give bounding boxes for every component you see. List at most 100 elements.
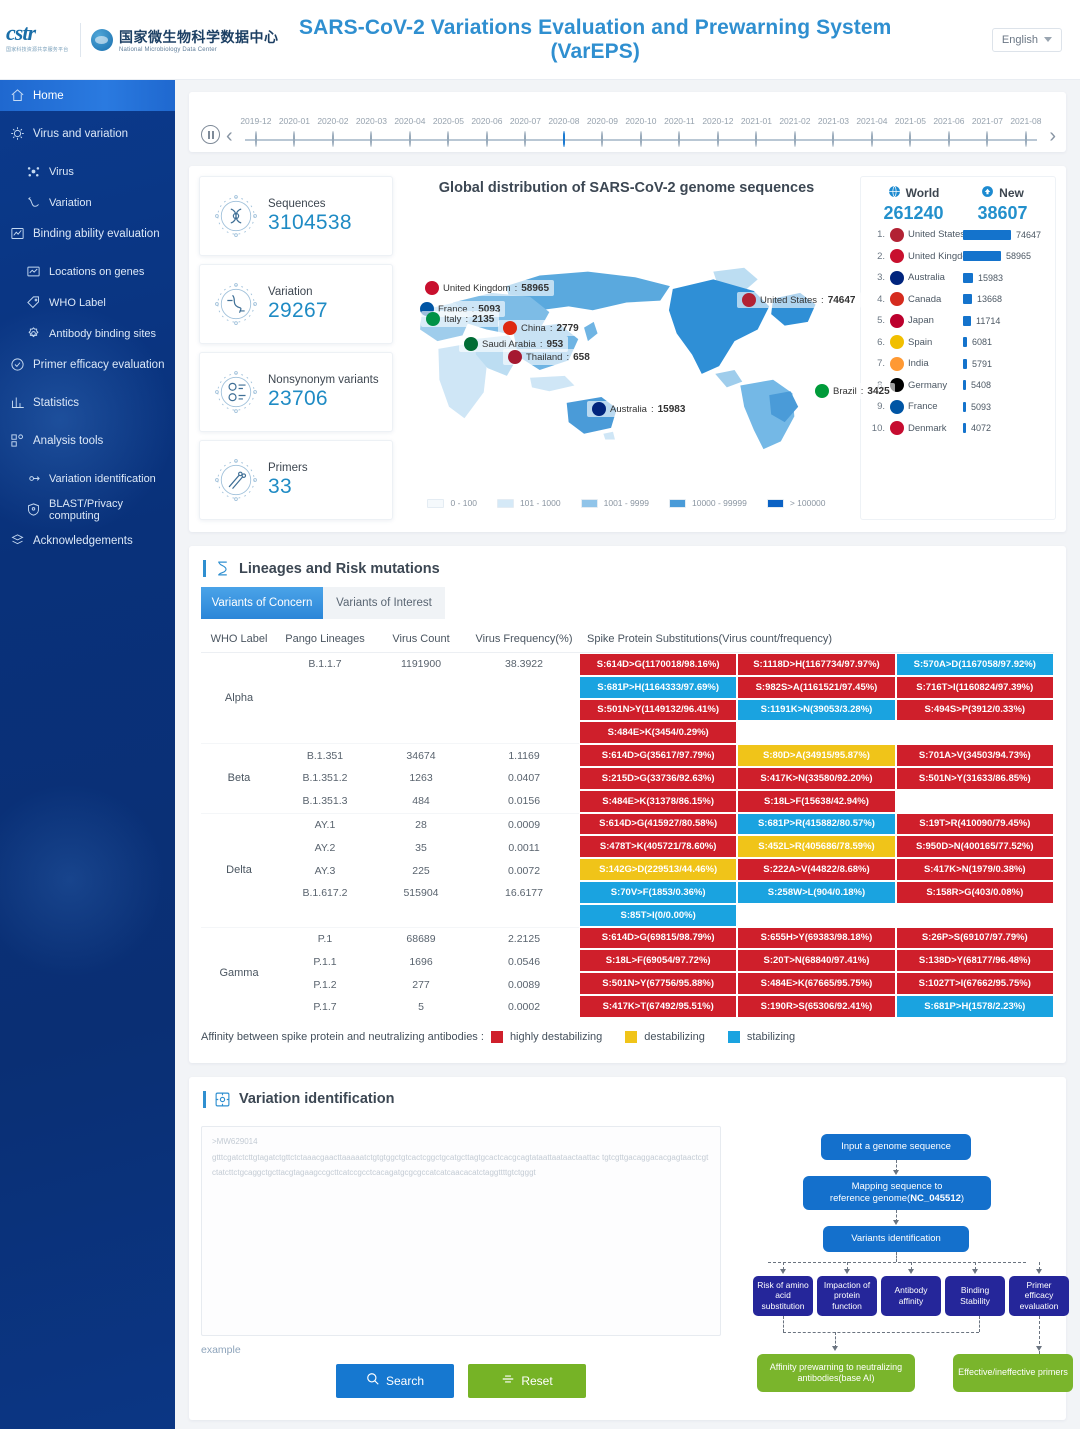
timeline-point[interactable]: 2021-03 [814, 116, 853, 147]
mutation-chip[interactable]: S:484E>K(67665/95.75%) [737, 972, 896, 995]
sidebar-item-locations-on-genes[interactable]: Locations on genes [0, 256, 175, 287]
map-country-tag[interactable]: United Kingdom:58965 [420, 280, 555, 296]
stat-card-variation[interactable]: Variation 29267 [199, 264, 393, 344]
mutation-chip[interactable]: S:681P>R(415882/80.57%) [737, 812, 896, 836]
mutation-chip[interactable]: S:222A>V(44822/8.68%) [737, 858, 896, 881]
map-country-tag[interactable]: Australia:15983 [587, 401, 691, 417]
table-row[interactable]: AY.3 225 0.0072 [277, 859, 579, 882]
sidebar-item-analysis-tools[interactable]: Analysis tools [0, 425, 175, 456]
ranking-row[interactable]: 7. India 5791 [869, 353, 1047, 375]
mutation-chip[interactable]: S:190R>S(65306/92.41%) [737, 994, 896, 1018]
table-row[interactable]: AY.1 28 0.0009 [277, 814, 579, 837]
stat-card-primers[interactable]: Primers 33 [199, 440, 393, 520]
mutation-chip[interactable]: S:417K>T(67492/95.51%) [579, 994, 738, 1018]
sidebar-item-who-label[interactable]: WHO Label [0, 287, 175, 318]
flow-output-box[interactable]: Affinity prewarning to neutralizing anti… [757, 1353, 915, 1392]
mutation-chip[interactable]: S:716T>I(1160824/97.39%) [895, 675, 1054, 699]
sidebar-item-primer-efficacy-evaluation[interactable]: Primer efficacy evaluation [0, 349, 175, 380]
ranking-row[interactable]: 2. United Kingdom 58965 [869, 246, 1047, 268]
timeline-point[interactable]: 2020-04 [391, 116, 430, 147]
timeline-point[interactable]: 2021-01 [737, 116, 776, 147]
sidebar-item-variation-identification[interactable]: Variation identification [0, 463, 175, 494]
mutation-chip[interactable]: S:417K>N(33580/92.20%) [737, 766, 896, 790]
sidebar-item-binding-ability-evaluation[interactable]: Binding ability evaluation [0, 218, 175, 249]
timeline-point[interactable]: 2021-07 [968, 116, 1007, 147]
mutation-chip[interactable]: S:655H>Y(69383/98.18%) [737, 926, 896, 950]
timeline-point[interactable]: 2021-04 [853, 116, 892, 147]
flow-branch-box[interactable]: Impaction of protein function [817, 1275, 877, 1316]
mutation-chip[interactable]: S:138D>Y(68177/96.48%) [895, 949, 1054, 973]
timeline-point[interactable]: 2021-05 [891, 116, 930, 147]
mutation-chip[interactable]: S:681P>H(1578/2.23%) [895, 994, 1054, 1018]
mutation-chip[interactable]: S:501N>Y(67756/95.88%) [579, 972, 738, 995]
ranking-row[interactable]: 1. United States 74647 [869, 224, 1047, 246]
mutation-chip[interactable]: S:70V>F(1853/0.36%) [579, 880, 738, 904]
timeline-point[interactable]: 2021-08 [1007, 116, 1046, 147]
tab-variants-of-interest[interactable]: Variants of Interest [323, 587, 445, 619]
timeline-point[interactable]: 2020-06 [468, 116, 507, 147]
table-row[interactable]: B.1.617.2 515904 16.6177 [277, 882, 579, 905]
mutation-chip[interactable]: S:614D>G(415927/80.58%) [579, 812, 738, 836]
mutation-chip[interactable]: S:484E>K(3454/0.29%) [579, 721, 738, 745]
sidebar-item-acknowledgements[interactable]: Acknowledgements [0, 525, 175, 556]
flow-output-box[interactable]: Effective/ineffective primers [953, 1353, 1073, 1392]
mutation-chip[interactable]: S:614D>G(35617/97.79%) [579, 744, 738, 767]
mutation-chip[interactable]: S:1118D>H(1167734/97.97%) [737, 653, 896, 676]
timeline-point[interactable]: 2019-12 [237, 116, 276, 147]
ranking-row[interactable]: 3. Australia 15983 [869, 267, 1047, 289]
ranking-row[interactable]: 9. France 5093 [869, 396, 1047, 418]
timeline-next-button[interactable]: › [1049, 126, 1056, 146]
mutation-chip[interactable]: S:701A>V(34503/94.73%) [895, 744, 1054, 767]
timeline-point[interactable]: 2020-10 [622, 116, 661, 147]
mutation-chip[interactable]: S:80D>A(34915/95.87%) [737, 744, 896, 767]
mutation-chip[interactable]: S:614D>G(69815/98.79%) [579, 926, 738, 950]
mutation-chip[interactable]: S:215D>G(33736/92.63%) [579, 766, 738, 790]
language-selector[interactable]: English [991, 27, 1062, 52]
timeline-point[interactable]: 2020-02 [314, 116, 353, 147]
search-button[interactable]: Search [336, 1363, 454, 1398]
table-row[interactable]: AY.2 35 0.0011 [277, 836, 579, 859]
timeline-point[interactable]: 2020-11 [660, 116, 699, 147]
example-link[interactable]: example [201, 1344, 241, 1356]
table-row[interactable]: B.1.351 34674 1.1169 [277, 744, 579, 767]
ranking-row[interactable]: 10. Denmark 4072 [869, 418, 1047, 440]
mutation-chip[interactable]: S:501N>Y(1149132/96.41%) [579, 698, 738, 722]
mutation-chip[interactable]: S:20T>N(68840/97.41%) [737, 949, 896, 973]
mutation-chip[interactable]: S:26P>S(69107/97.79%) [895, 926, 1054, 950]
mutation-chip[interactable]: S:950D>N(400165/77.52%) [895, 835, 1054, 859]
timeline-point[interactable]: 2020-09 [583, 116, 622, 147]
ranking-row[interactable]: 4. Canada 13668 [869, 289, 1047, 311]
timeline-point[interactable]: 2020-12 [699, 116, 738, 147]
sidebar-item-variation[interactable]: Variation [0, 187, 175, 218]
table-row[interactable]: P.1.1 1696 0.0546 [277, 950, 579, 973]
mutation-chip[interactable]: S:570A>D(1167058/97.92%) [895, 653, 1054, 676]
map-country-tag[interactable]: China:2779 [498, 320, 584, 336]
flow-step-input[interactable]: Input a genome sequence [821, 1133, 971, 1160]
table-row[interactable]: P.1.2 277 0.0089 [277, 973, 579, 996]
timeline-pause-button[interactable] [201, 125, 220, 144]
sidebar-item-blast-privacy-computing[interactable]: BLAST/Privacy computing [0, 494, 175, 525]
reset-button[interactable]: Reset [468, 1363, 586, 1398]
flow-step-variants[interactable]: Variants identification [823, 1225, 969, 1252]
map-country-tag[interactable]: United States:74647 [737, 292, 861, 308]
mutation-chip[interactable]: S:158R>G(403/0.08%) [895, 880, 1054, 904]
timeline-point[interactable]: 2020-03 [352, 116, 391, 147]
timeline-point[interactable]: 2020-05 [429, 116, 468, 147]
world-map[interactable]: United Kingdom:58965 France:5093 Italy:213… [395, 198, 895, 508]
mutation-chip[interactable]: S:614D>G(1170018/98.16%) [579, 653, 738, 676]
tab-variants-of-concern[interactable]: Variants of Concern [201, 587, 323, 619]
mutation-chip[interactable]: S:19T>R(410090/79.45%) [895, 812, 1054, 836]
flow-branch-box[interactable]: Risk of amino acid substitution [753, 1275, 813, 1316]
mutation-chip[interactable]: S:484E>K(31378/86.15%) [579, 789, 738, 813]
ranking-row[interactable]: 5. Japan 11714 [869, 310, 1047, 332]
sequence-textarea[interactable]: >MW629014 gtttcgatctcttgtagatctgttctctaa… [201, 1125, 721, 1336]
mutation-chip[interactable]: S:417K>N(1979/0.38%) [895, 858, 1054, 881]
sidebar-item-statistics[interactable]: Statistics [0, 387, 175, 418]
mutation-chip[interactable]: S:258W>L(904/0.18%) [737, 880, 896, 904]
sidebar-item-virus[interactable]: Virus [0, 156, 175, 187]
mutation-chip[interactable]: S:142G>D(229513/44.46%) [579, 858, 738, 881]
table-row[interactable]: B.1.1.7 1191900 38.3922 [277, 653, 579, 676]
timeline-point[interactable]: 2020-01 [275, 116, 314, 147]
table-row[interactable]: P.1 68689 2.2125 [277, 928, 579, 951]
timeline-track[interactable]: 2019-12 2020-01 2020-02 2020-03 2020-04 2020-… [237, 116, 1046, 147]
